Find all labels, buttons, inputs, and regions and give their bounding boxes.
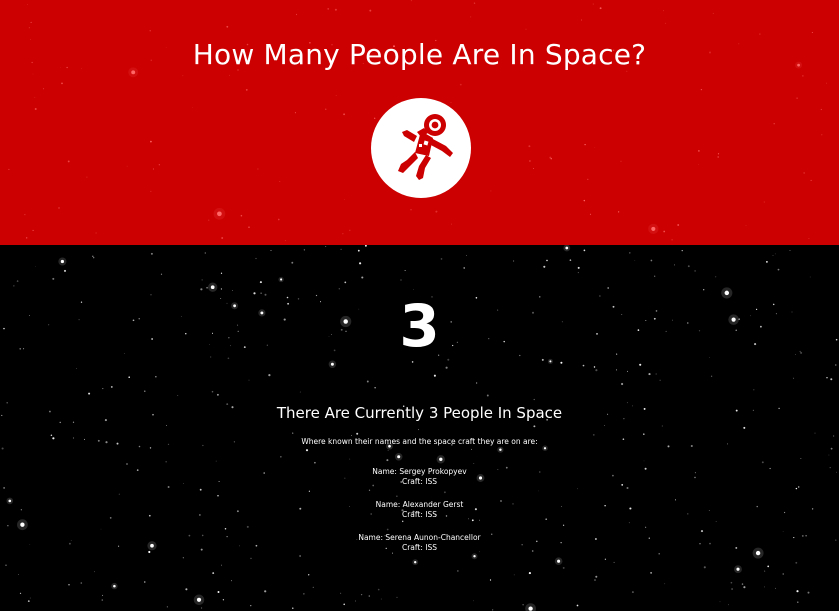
person-name: Name: Serena Aunon-Chancellor <box>358 533 481 542</box>
person-entry: Name: Sergey Prokopyev Craft: ISS <box>0 467 839 487</box>
page-title: How Many People Are In Space? <box>192 38 647 71</box>
person-craft: Craft: ISS <box>401 510 437 519</box>
astronaut-icon <box>371 98 471 198</box>
person-craft: Craft: ISS <box>401 477 437 486</box>
people-count-heading: There Are Currently 3 People In Space <box>276 404 563 422</box>
person-craft: Craft: ISS <box>401 543 437 552</box>
person-name: Name: Alexander Gerst <box>375 500 464 509</box>
space-section: 3 There Are Currently 3 People In Space … <box>0 245 839 611</box>
person-entry: Name: Alexander Gerst Craft: ISS <box>0 500 839 520</box>
person-name: Name: Sergey Prokopyev <box>372 467 467 476</box>
person-entry: Name: Serena Aunon-Chancellor Craft: ISS <box>0 533 839 553</box>
people-list: Name: Sergey Prokopyev Craft: ISS Name: … <box>0 467 839 566</box>
page: How Many People Are In Space? 3 There Ar… <box>0 0 839 611</box>
people-count: 3 <box>399 292 440 360</box>
header-banner: How Many People Are In Space? <box>0 0 839 245</box>
intro-text: Where known their names and the space cr… <box>301 437 538 446</box>
